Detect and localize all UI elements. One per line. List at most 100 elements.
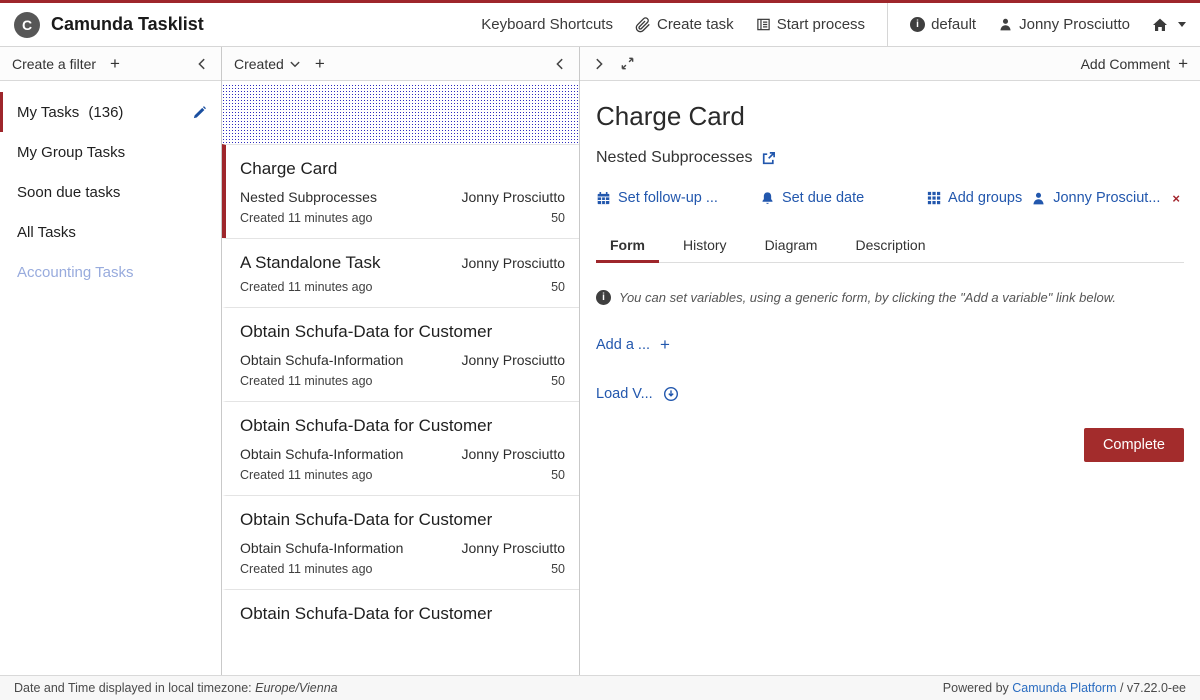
plus-icon: + — [1178, 55, 1188, 72]
assignee-link[interactable]: Jonny Prosciut... — [1031, 190, 1160, 206]
task-list: Charge Card Nested Subprocesses Jonny Pr… — [222, 81, 579, 675]
filters-header: Create a filter + — [0, 47, 221, 81]
filter-item-my-group-tasks[interactable]: My Group Tasks — [0, 132, 221, 172]
timezone-value: Europe/Vienna — [255, 681, 337, 695]
download-circle-icon — [663, 386, 679, 402]
detail-toolbar: Add Comment + — [580, 47, 1200, 81]
collapse-task-list-button[interactable] — [553, 57, 567, 71]
home-icon — [1152, 17, 1168, 33]
engine-selector[interactable]: i default — [910, 16, 976, 33]
filter-item-soon-due-tasks[interactable]: Soon due tasks — [0, 172, 221, 212]
set-followup-link[interactable]: Set follow-up ... — [596, 190, 718, 206]
paperclip-icon — [635, 17, 651, 33]
task-assignee: Jonny Prosciutto — [462, 352, 566, 368]
edit-filter-icon[interactable] — [192, 105, 207, 120]
task-priority: 50 — [551, 280, 565, 294]
filter-count: (136) — [88, 104, 123, 121]
info-icon: i — [910, 17, 925, 32]
app-title: Camunda Tasklist — [51, 14, 204, 35]
add-sorting-button[interactable]: + — [315, 55, 325, 72]
task-process: Nested Subprocesses — [240, 189, 377, 205]
timezone-note: Date and Time displayed in local timezon… — [14, 681, 338, 695]
external-link-icon[interactable] — [761, 151, 776, 166]
task-assignee: Jonny Prosciutto — [462, 540, 566, 556]
chevron-down-icon — [1178, 22, 1186, 27]
start-process-button[interactable]: Start process — [756, 16, 865, 33]
filter-item-all-tasks[interactable]: All Tasks — [0, 212, 221, 252]
filter-item-my-tasks[interactable]: My Tasks (136) — [0, 92, 221, 132]
task-process: Obtain Schufa-Information — [240, 540, 403, 556]
form-info-note: i You can set variables, using a generic… — [596, 290, 1184, 305]
tab-history[interactable]: History — [669, 228, 741, 263]
fullscreen-icon[interactable] — [620, 56, 635, 71]
header: C Camunda Tasklist Keyboard Shortcuts Cr… — [0, 3, 1200, 47]
calendar-icon — [596, 191, 611, 206]
filter-item-accounting-tasks[interactable]: Accounting Tasks — [0, 252, 221, 292]
create-task-button[interactable]: Create task — [635, 16, 734, 33]
brand[interactable]: C Camunda Tasklist — [14, 12, 204, 38]
add-variable-link[interactable]: Add a ... + — [596, 336, 670, 353]
tab-diagram[interactable]: Diagram — [751, 228, 832, 263]
chevron-down-icon — [289, 58, 301, 70]
task-assignee: Jonny Prosciutto — [462, 446, 566, 462]
app: C Camunda Tasklist Keyboard Shortcuts Cr… — [0, 0, 1200, 700]
task-priority: 50 — [551, 211, 565, 225]
task-list-column: Created + Charge Card Nested Subpr — [222, 47, 580, 675]
task-priority: 50 — [551, 468, 565, 482]
task-created: Created 11 minutes ago — [240, 280, 373, 294]
complete-button[interactable]: Complete — [1084, 428, 1184, 462]
task-created: Created 11 minutes ago — [240, 211, 373, 225]
task-list-header: Created + — [222, 47, 579, 81]
task-priority: 50 — [551, 562, 565, 576]
create-filter-label: Create a filter — [12, 56, 96, 72]
complete-row: Complete — [596, 428, 1184, 462]
task-item[interactable]: Charge Card Nested Subprocesses Jonny Pr… — [222, 144, 579, 238]
remove-assignee-button[interactable]: × — [1172, 191, 1180, 206]
camunda-logo-icon: C — [14, 12, 40, 38]
task-assignee: Jonny Prosciutto — [462, 255, 566, 271]
task-assignee: Jonny Prosciutto — [462, 189, 566, 205]
task-detail-panel: Add Comment + Charge Card Nested Subproc… — [580, 47, 1200, 675]
detail-tabs: Form History Diagram Description — [596, 228, 1184, 263]
expand-task-list-button[interactable] — [592, 57, 606, 71]
footer: Date and Time displayed in local timezon… — [0, 675, 1200, 700]
task-item[interactable]: Obtain Schufa-Data for Customer Obtain S… — [222, 495, 579, 589]
add-groups-link[interactable]: Add groups — [927, 190, 1022, 206]
camunda-platform-link[interactable]: Camunda Platform — [1012, 681, 1116, 695]
task-action-row: Set follow-up ... Set due date — [596, 190, 1184, 206]
task-priority: 50 — [551, 374, 565, 388]
powered-by-note: Powered by Camunda Platform / v7.22.0-ee — [943, 681, 1186, 695]
load-variables-link[interactable]: Load V... — [596, 386, 679, 402]
filters-sidebar: Create a filter + My Tasks (136) — [0, 47, 222, 675]
header-nav: Keyboard Shortcuts Create task Start pro… — [481, 3, 1186, 47]
task-created: Created 11 minutes ago — [240, 468, 373, 482]
task-title: Charge Card — [596, 101, 1184, 132]
task-process: Obtain Schufa-Information — [240, 446, 403, 462]
header-divider — [887, 3, 888, 47]
set-due-date-link[interactable]: Set due date — [760, 190, 864, 206]
groups-grid-icon — [927, 191, 941, 205]
person-icon — [1031, 191, 1046, 206]
add-comment-button[interactable]: Add Comment + — [1081, 55, 1188, 72]
filter-list: My Tasks (136) My Group Tasks Soon due t… — [0, 81, 221, 292]
task-item[interactable]: Obtain Schufa-Data for Customer Obtain S… — [222, 401, 579, 495]
main: Create a filter + My Tasks (136) — [0, 47, 1200, 675]
sort-by-dropdown[interactable]: Created — [234, 56, 301, 72]
collapse-filters-button[interactable] — [195, 57, 209, 71]
task-item[interactable]: A Standalone Task Jonny Prosciutto Creat… — [222, 238, 579, 307]
tab-description[interactable]: Description — [841, 228, 939, 263]
create-filter-button[interactable]: + — [110, 55, 120, 72]
home-menu[interactable] — [1152, 17, 1186, 33]
start-process-icon — [756, 17, 771, 32]
bell-icon — [760, 191, 775, 206]
user-menu[interactable]: Jonny Prosciutto — [998, 16, 1130, 33]
keyboard-shortcuts-link[interactable]: Keyboard Shortcuts — [481, 16, 613, 33]
plus-icon: + — [660, 336, 670, 353]
task-item[interactable]: Obtain Schufa-Data for Customer Obtain S… — [222, 307, 579, 401]
detail-body: Charge Card Nested Subprocesses Set foll… — [580, 81, 1200, 675]
tab-form[interactable]: Form — [596, 228, 659, 263]
task-created: Created 11 minutes ago — [240, 374, 373, 388]
task-dropzone — [222, 84, 579, 144]
task-item[interactable]: Obtain Schufa-Data for Customer — [222, 589, 579, 638]
task-created: Created 11 minutes ago — [240, 562, 373, 576]
